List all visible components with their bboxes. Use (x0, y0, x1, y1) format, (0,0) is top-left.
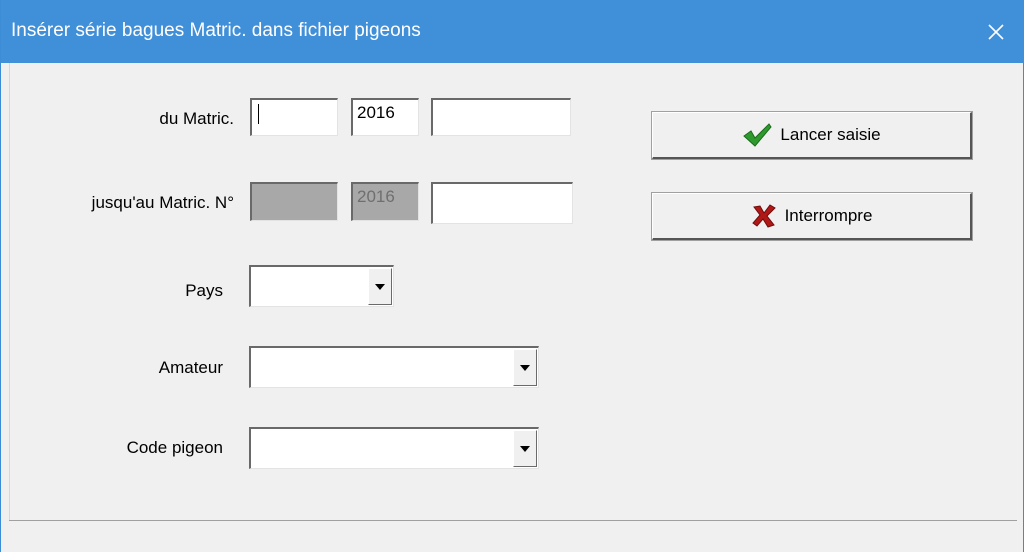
to-matric-number-field (250, 182, 338, 221)
checkmark-icon (742, 122, 773, 148)
interrupt-button[interactable]: Interrompre (651, 192, 973, 241)
pays-dropdown-arrow[interactable] (368, 268, 392, 305)
start-entry-button[interactable]: Lancer saisie (651, 111, 973, 160)
code-pigeon-dropdown[interactable] (249, 427, 539, 469)
pays-label: Pays (185, 281, 223, 300)
amateur-dropdown-arrow[interactable] (513, 349, 537, 386)
from-matric-label: du Matric. (159, 109, 234, 128)
from-matric-year-field[interactable]: 2016 (351, 98, 419, 136)
text-caret (258, 103, 259, 124)
frame-edge (9, 63, 10, 521)
title-bar[interactable]: Insérer série bagues Matric. dans fichie… (1, 0, 1024, 63)
from-matric-number-field[interactable] (250, 98, 338, 136)
chevron-down-icon (375, 283, 385, 290)
to-matric-serial-field[interactable] (431, 182, 573, 224)
amateur-label: Amateur (158, 358, 223, 377)
status-bar (9, 520, 1017, 552)
interrupt-label: Interrompre (784, 206, 873, 225)
chevron-down-icon (520, 445, 530, 452)
start-entry-label: Lancer saisie (780, 125, 881, 144)
code-pigeon-dropdown-arrow[interactable] (513, 430, 537, 467)
amateur-dropdown[interactable] (249, 346, 539, 388)
code-pigeon-label: Code pigeon (126, 438, 223, 457)
close-button[interactable] (967, 0, 1024, 63)
dialog-window: Insérer série bagues Matric. dans fichie… (0, 0, 1024, 552)
window-title: Insérer série bagues Matric. dans fichie… (11, 20, 421, 41)
red-x-icon (751, 204, 777, 228)
to-matric-year-field: 2016 (351, 182, 419, 221)
to-matric-label: jusqu'au Matric. N° (91, 193, 234, 212)
from-matric-serial-field[interactable] (431, 98, 571, 136)
close-icon (988, 23, 1004, 40)
chevron-down-icon (520, 364, 530, 371)
pays-dropdown[interactable] (249, 265, 394, 307)
